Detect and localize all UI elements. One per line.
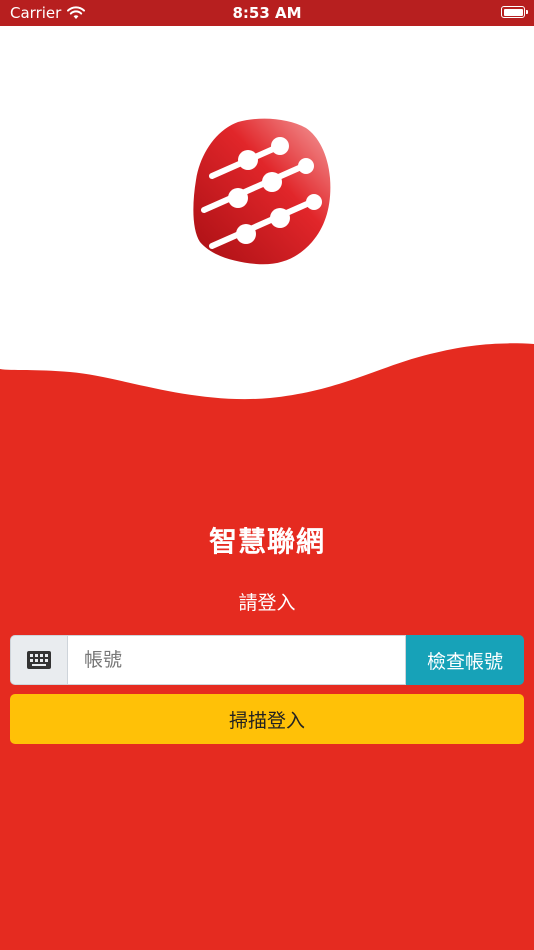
account-input[interactable] <box>68 635 406 685</box>
login-prompt: 請登入 <box>238 592 296 614</box>
battery-icon <box>501 6 528 18</box>
app-title: 智慧聯網 <box>208 525 325 558</box>
scan-login-button[interactable]: 掃描登入 <box>10 694 524 744</box>
account-input-group: 檢查帳號 <box>10 635 524 685</box>
check-account-button[interactable]: 檢查帳號 <box>406 635 524 685</box>
hero-section <box>0 26 534 466</box>
network-nodes-logo <box>193 118 331 265</box>
keyboard-icon <box>27 651 51 669</box>
status-time: 8:53 AM <box>232 4 302 22</box>
status-bar: Carrier 8:53 AM <box>0 0 534 26</box>
keyboard-addon <box>10 635 68 685</box>
